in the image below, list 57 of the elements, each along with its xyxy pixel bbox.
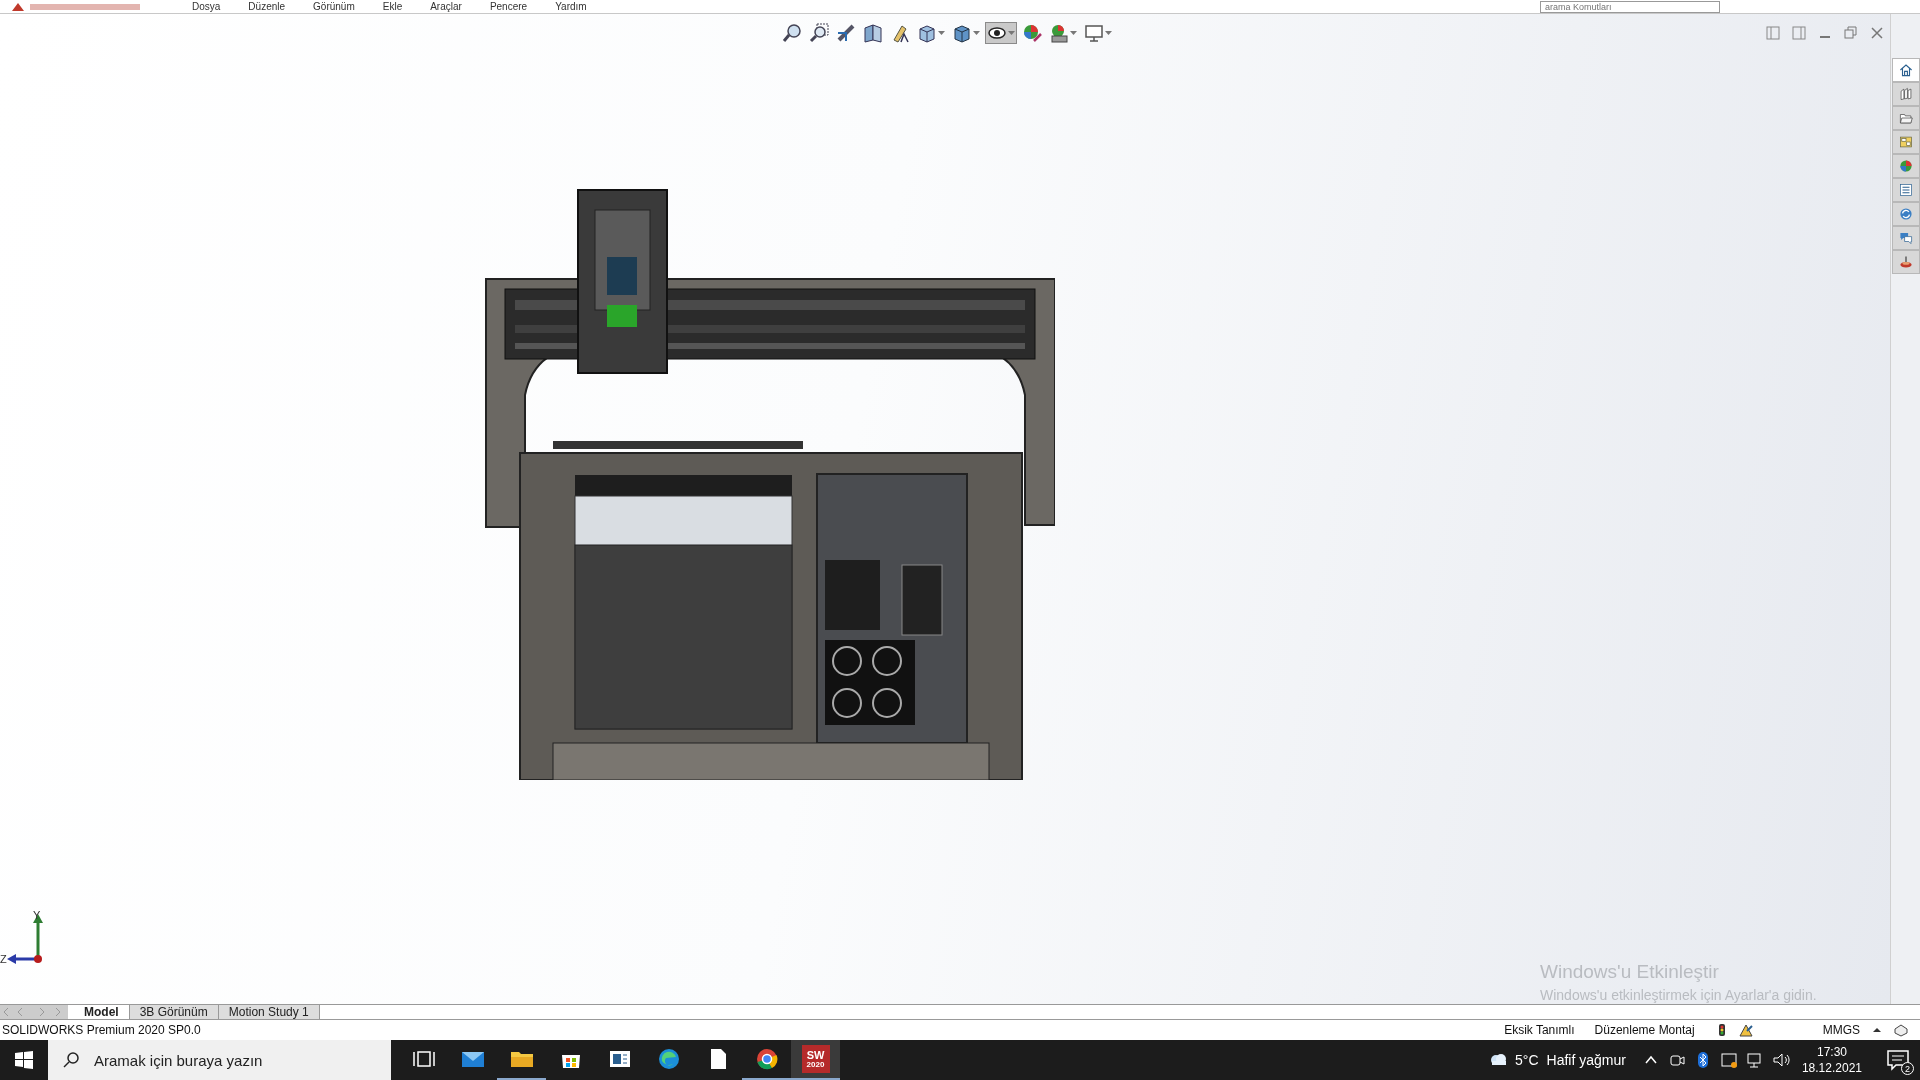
logo-text: SW [806,1049,825,1061]
taskbar-search-field[interactable]: Aramak için buraya yazın [48,1040,391,1080]
search-field[interactable]: arama Komutları [1540,0,1720,13]
task-pane-tab[interactable] [1892,82,1920,106]
menu-item[interactable]: Pencere [475,0,542,13]
monitor-icon [1084,23,1104,43]
tag-icon[interactable] [1894,1023,1908,1037]
menu-item[interactable]: Yardım [541,0,601,13]
close-icon[interactable] [1870,26,1884,40]
status-text: SOLIDWORKS Premium 2020 SP0.0 [2,1023,201,1037]
status-text: Düzenleme Montaj [1594,1023,1695,1037]
zoom-icon [782,23,802,43]
status-text: Eksik Tanımlı [1504,1023,1575,1037]
arrow-icon [836,23,856,43]
cube-icon [952,23,972,43]
axis-label: Z [0,953,7,965]
windows-logo-icon [15,1051,33,1069]
restore-icon[interactable] [1844,26,1858,40]
toolbar-button[interactable] [780,22,804,44]
zoom-icon [809,23,829,43]
scene-icon [1049,23,1069,43]
units-label[interactable]: MMGS [1822,1023,1860,1037]
task-pane-tab[interactable] [1892,250,1920,274]
task-pane-tab[interactable] [1892,58,1920,82]
menu-item[interactable]: Ekle [368,0,417,13]
section-icon [863,23,883,43]
speaker-icon[interactable] [1771,1051,1790,1069]
network-icon[interactable] [1745,1051,1764,1069]
task-pane-tab[interactable] [1892,178,1920,202]
tab[interactable]: 3B Görünüm [129,1005,219,1019]
logo-text: 2020 [806,1060,825,1069]
tab[interactable]: Motion Study 1 [218,1005,320,1019]
menu-item[interactable]: Düzenle [234,0,300,13]
menu-item[interactable]: Dosya [178,0,235,13]
notifications-button[interactable]: 2 [1884,1045,1914,1075]
task-pane-tab[interactable] [1892,226,1920,250]
task-pane-tab[interactable] [1892,202,1920,226]
weather-text: Hafif yağmur [1546,1052,1626,1068]
toolbar-button[interactable] [807,22,831,44]
axis-label: Y [33,909,41,921]
notification-count: 2 [1901,1062,1914,1075]
taskbar-app[interactable]: SW 2020 [791,1040,840,1080]
cube-icon [917,23,937,43]
toolbar-button[interactable] [985,22,1017,44]
menu-item[interactable]: Araçlar [416,0,476,13]
rebuild-icon[interactable] [1738,1023,1753,1037]
clock[interactable]: 17:30 18.12.2021 [1801,1044,1862,1076]
network-alert-icon[interactable] [1719,1051,1738,1069]
time-text: 17:30 [1816,1044,1847,1060]
weather-widget[interactable]: 5°C Hafif yağmur [1489,1051,1626,1069]
date-text: 18.12.2021 [1801,1060,1862,1076]
toolbar-button[interactable] [861,22,885,44]
temperature-text: 5°C [1515,1052,1539,1068]
task-pane-tab[interactable] [1892,106,1920,130]
menu-item[interactable]: Görünüm [299,0,369,13]
task-pane-tab[interactable] [1892,154,1920,178]
color-wheel-icon [1022,23,1042,43]
